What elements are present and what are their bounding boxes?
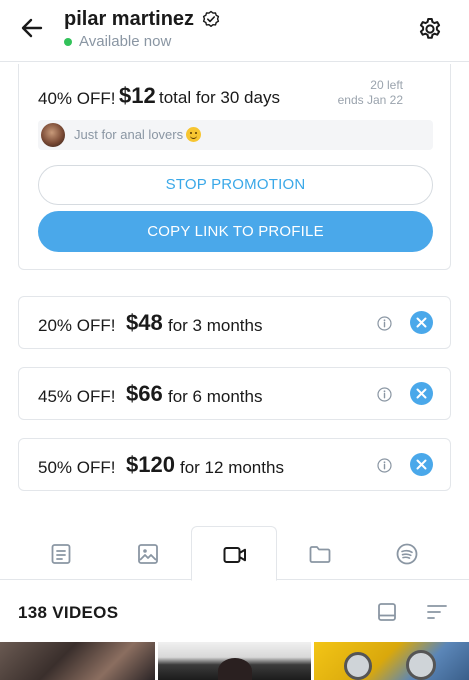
promotion-end-date: ends Jan 22 — [337, 93, 403, 107]
remove-bundle-button[interactable] — [410, 382, 433, 405]
profile-header: pilar martinez Available now — [0, 0, 469, 62]
bundle-price: $48 — [126, 310, 163, 335]
back-arrow-icon[interactable] — [18, 14, 46, 42]
tab-streams[interactable] — [364, 526, 450, 580]
photos-icon — [138, 544, 158, 564]
copy-link-button[interactable]: COPY LINK TO PROFILE — [38, 211, 433, 252]
tab-posts[interactable] — [18, 526, 104, 580]
bundle-term: for 3 months — [168, 316, 263, 335]
subscription-bundle: 50% OFF! $120 for 12 months — [18, 438, 451, 491]
layout-toggle-icon[interactable] — [377, 602, 397, 622]
remove-bundle-button[interactable] — [410, 453, 433, 476]
video-thumbnail[interactable] — [158, 642, 311, 680]
video-thumbnail[interactable] — [0, 642, 155, 680]
active-promotion-card: 40% OFF! $12 total for 30 days 20 left e… — [18, 64, 451, 270]
promotion-price: $12 — [119, 83, 156, 108]
tab-videos[interactable] — [191, 526, 277, 581]
tab-folders[interactable] — [277, 526, 363, 580]
bundle-discount: 20% OFF! — [38, 316, 116, 335]
stop-promotion-button[interactable]: STOP PROMOTION — [38, 165, 433, 205]
posts-icon — [51, 544, 71, 564]
subscription-bundle: 20% OFF! $48 for 3 months — [18, 296, 451, 349]
verified-icon — [202, 10, 220, 28]
online-status-dot — [64, 38, 72, 46]
subscription-bundle: 45% OFF! $66 for 6 months — [18, 367, 451, 420]
bundle-term: for 12 months — [180, 458, 284, 477]
folder-icon — [309, 546, 331, 563]
video-thumbnail[interactable] — [314, 642, 469, 680]
promotion-remaining: 20 left — [370, 78, 403, 92]
streams-icon — [396, 543, 418, 565]
tab-photos[interactable] — [105, 526, 191, 580]
promotion-message-text: Just for anal lovers — [74, 127, 184, 142]
close-icon — [416, 388, 427, 399]
close-icon — [416, 317, 427, 328]
profile-name[interactable]: pilar martinez — [64, 8, 194, 31]
close-icon — [416, 459, 427, 470]
videos-icon — [223, 547, 246, 563]
info-icon[interactable] — [377, 316, 392, 331]
info-icon[interactable] — [377, 458, 392, 473]
bundle-discount: 45% OFF! — [38, 387, 116, 406]
gear-icon[interactable] — [416, 15, 444, 43]
remove-bundle-button[interactable] — [410, 311, 433, 334]
availability-status: Available now — [79, 33, 172, 50]
smiling-emoji-icon — [186, 127, 202, 142]
media-tabs — [0, 526, 469, 581]
bundle-price: $66 — [126, 381, 163, 406]
promotion-term: total for 30 days — [159, 88, 280, 107]
bundle-discount: 50% OFF! — [38, 458, 116, 477]
info-icon[interactable] — [377, 387, 392, 402]
promotion-message: Just for anal lovers — [38, 120, 433, 150]
avatar — [41, 123, 65, 147]
bundle-term: for 6 months — [168, 387, 263, 406]
bundle-price: $120 — [126, 452, 175, 477]
sort-icon[interactable] — [426, 602, 448, 622]
media-count: 138 VIDEOS — [18, 603, 119, 622]
promotion-discount: 40% OFF! — [38, 89, 116, 108]
